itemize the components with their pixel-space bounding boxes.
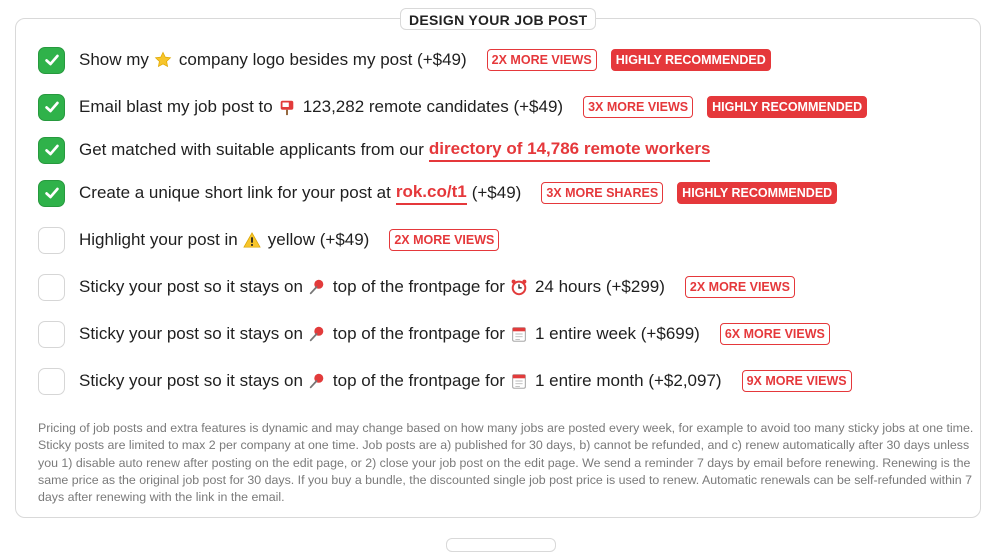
mailbox-icon (278, 98, 296, 116)
next-section-edge (446, 538, 556, 552)
checkbox-unchecked[interactable] (38, 367, 65, 395)
badge-more-views: 2X MORE VIEWS (684, 276, 795, 298)
calendar-icon (510, 325, 528, 343)
option-text: Sticky your post so it stays on (79, 371, 303, 390)
option-get-matched[interactable]: Get matched with suitable applicants fro… (38, 135, 711, 165)
pushpin-icon (308, 325, 326, 343)
badge-more-views: 2X MORE VIEWS (389, 229, 500, 251)
check-icon (44, 101, 59, 113)
option-text: (+$49) (471, 183, 522, 202)
option-text: top of the frontpage for (332, 324, 505, 343)
checkbox-checked[interactable] (38, 93, 65, 121)
check-icon (44, 187, 59, 199)
badge-more-views: 9X MORE VIEWS (741, 370, 852, 392)
badge-highly-recommended: HIGHLY RECOMMENDED (707, 96, 868, 118)
option-text: top of the frontpage for (332, 371, 505, 390)
option-short-link[interactable]: Create a unique short link for your post… (38, 178, 838, 208)
checkbox-checked[interactable] (38, 179, 65, 207)
option-text: 1 entire week (+$699) (534, 324, 700, 343)
alarm-clock-icon (510, 278, 528, 296)
directory-link[interactable]: directory of 14,786 remote workers (428, 139, 711, 162)
badge-more-views: 2X MORE VIEWS (486, 49, 597, 71)
option-text: Create a unique short link for your post… (79, 183, 391, 202)
option-text: Get matched with suitable applicants fro… (79, 140, 424, 159)
checkbox-unchecked[interactable] (38, 273, 65, 301)
option-sticky-month[interactable]: Sticky your post so it stays on top of t… (38, 366, 852, 396)
badge-highly-recommended: HIGHLY RECOMMENDED (677, 182, 838, 204)
check-icon (44, 54, 59, 66)
option-text: 123,282 remote candidates (+$49) (302, 97, 564, 116)
pushpin-icon (308, 372, 326, 390)
option-text: 24 hours (+$299) (534, 277, 665, 296)
badge-more-views: 6X MORE VIEWS (719, 323, 830, 345)
checkbox-checked[interactable] (38, 46, 65, 74)
option-sticky-week[interactable]: Sticky your post so it stays on top of t… (38, 319, 830, 349)
option-text: Email blast my job post to (79, 97, 273, 116)
badge-highly-recommended: HIGHLY RECOMMENDED (610, 49, 771, 71)
option-highlight-yellow[interactable]: Highlight your post in yellow (+$49) 2X … (38, 225, 500, 255)
warning-icon (243, 231, 261, 249)
option-text: top of the frontpage for (332, 277, 505, 296)
option-company-logo[interactable]: Show my company logo besides my post (+$… (38, 45, 771, 75)
badge-more-views: 3X MORE VIEWS (583, 96, 694, 118)
pushpin-icon (308, 278, 326, 296)
option-text: Show my (79, 50, 149, 69)
option-text: Sticky your post so it stays on (79, 324, 303, 343)
option-text: Sticky your post so it stays on (79, 277, 303, 296)
checkbox-unchecked[interactable] (38, 226, 65, 254)
option-email-blast[interactable]: Email blast my job post to 123,282 remot… (38, 92, 868, 122)
option-text: Highlight your post in (79, 230, 238, 249)
star-icon (154, 51, 172, 69)
option-sticky-24h[interactable]: Sticky your post so it stays on top of t… (38, 272, 795, 302)
checkbox-checked[interactable] (38, 136, 65, 164)
section-title: DESIGN YOUR JOB POST (400, 8, 597, 30)
calendar-icon (510, 372, 528, 390)
pricing-note: Pricing of job posts and extra features … (38, 421, 974, 505)
short-link[interactable]: rok.co/t1 (395, 182, 467, 205)
option-text: yellow (+$49) (267, 230, 370, 249)
checkbox-unchecked[interactable] (38, 320, 65, 348)
option-text: company logo besides my post (+$49) (178, 50, 467, 69)
check-icon (44, 144, 59, 156)
badge-more-shares: 3X MORE SHARES (541, 182, 664, 204)
option-text: 1 entire month (+$2,097) (534, 371, 722, 390)
